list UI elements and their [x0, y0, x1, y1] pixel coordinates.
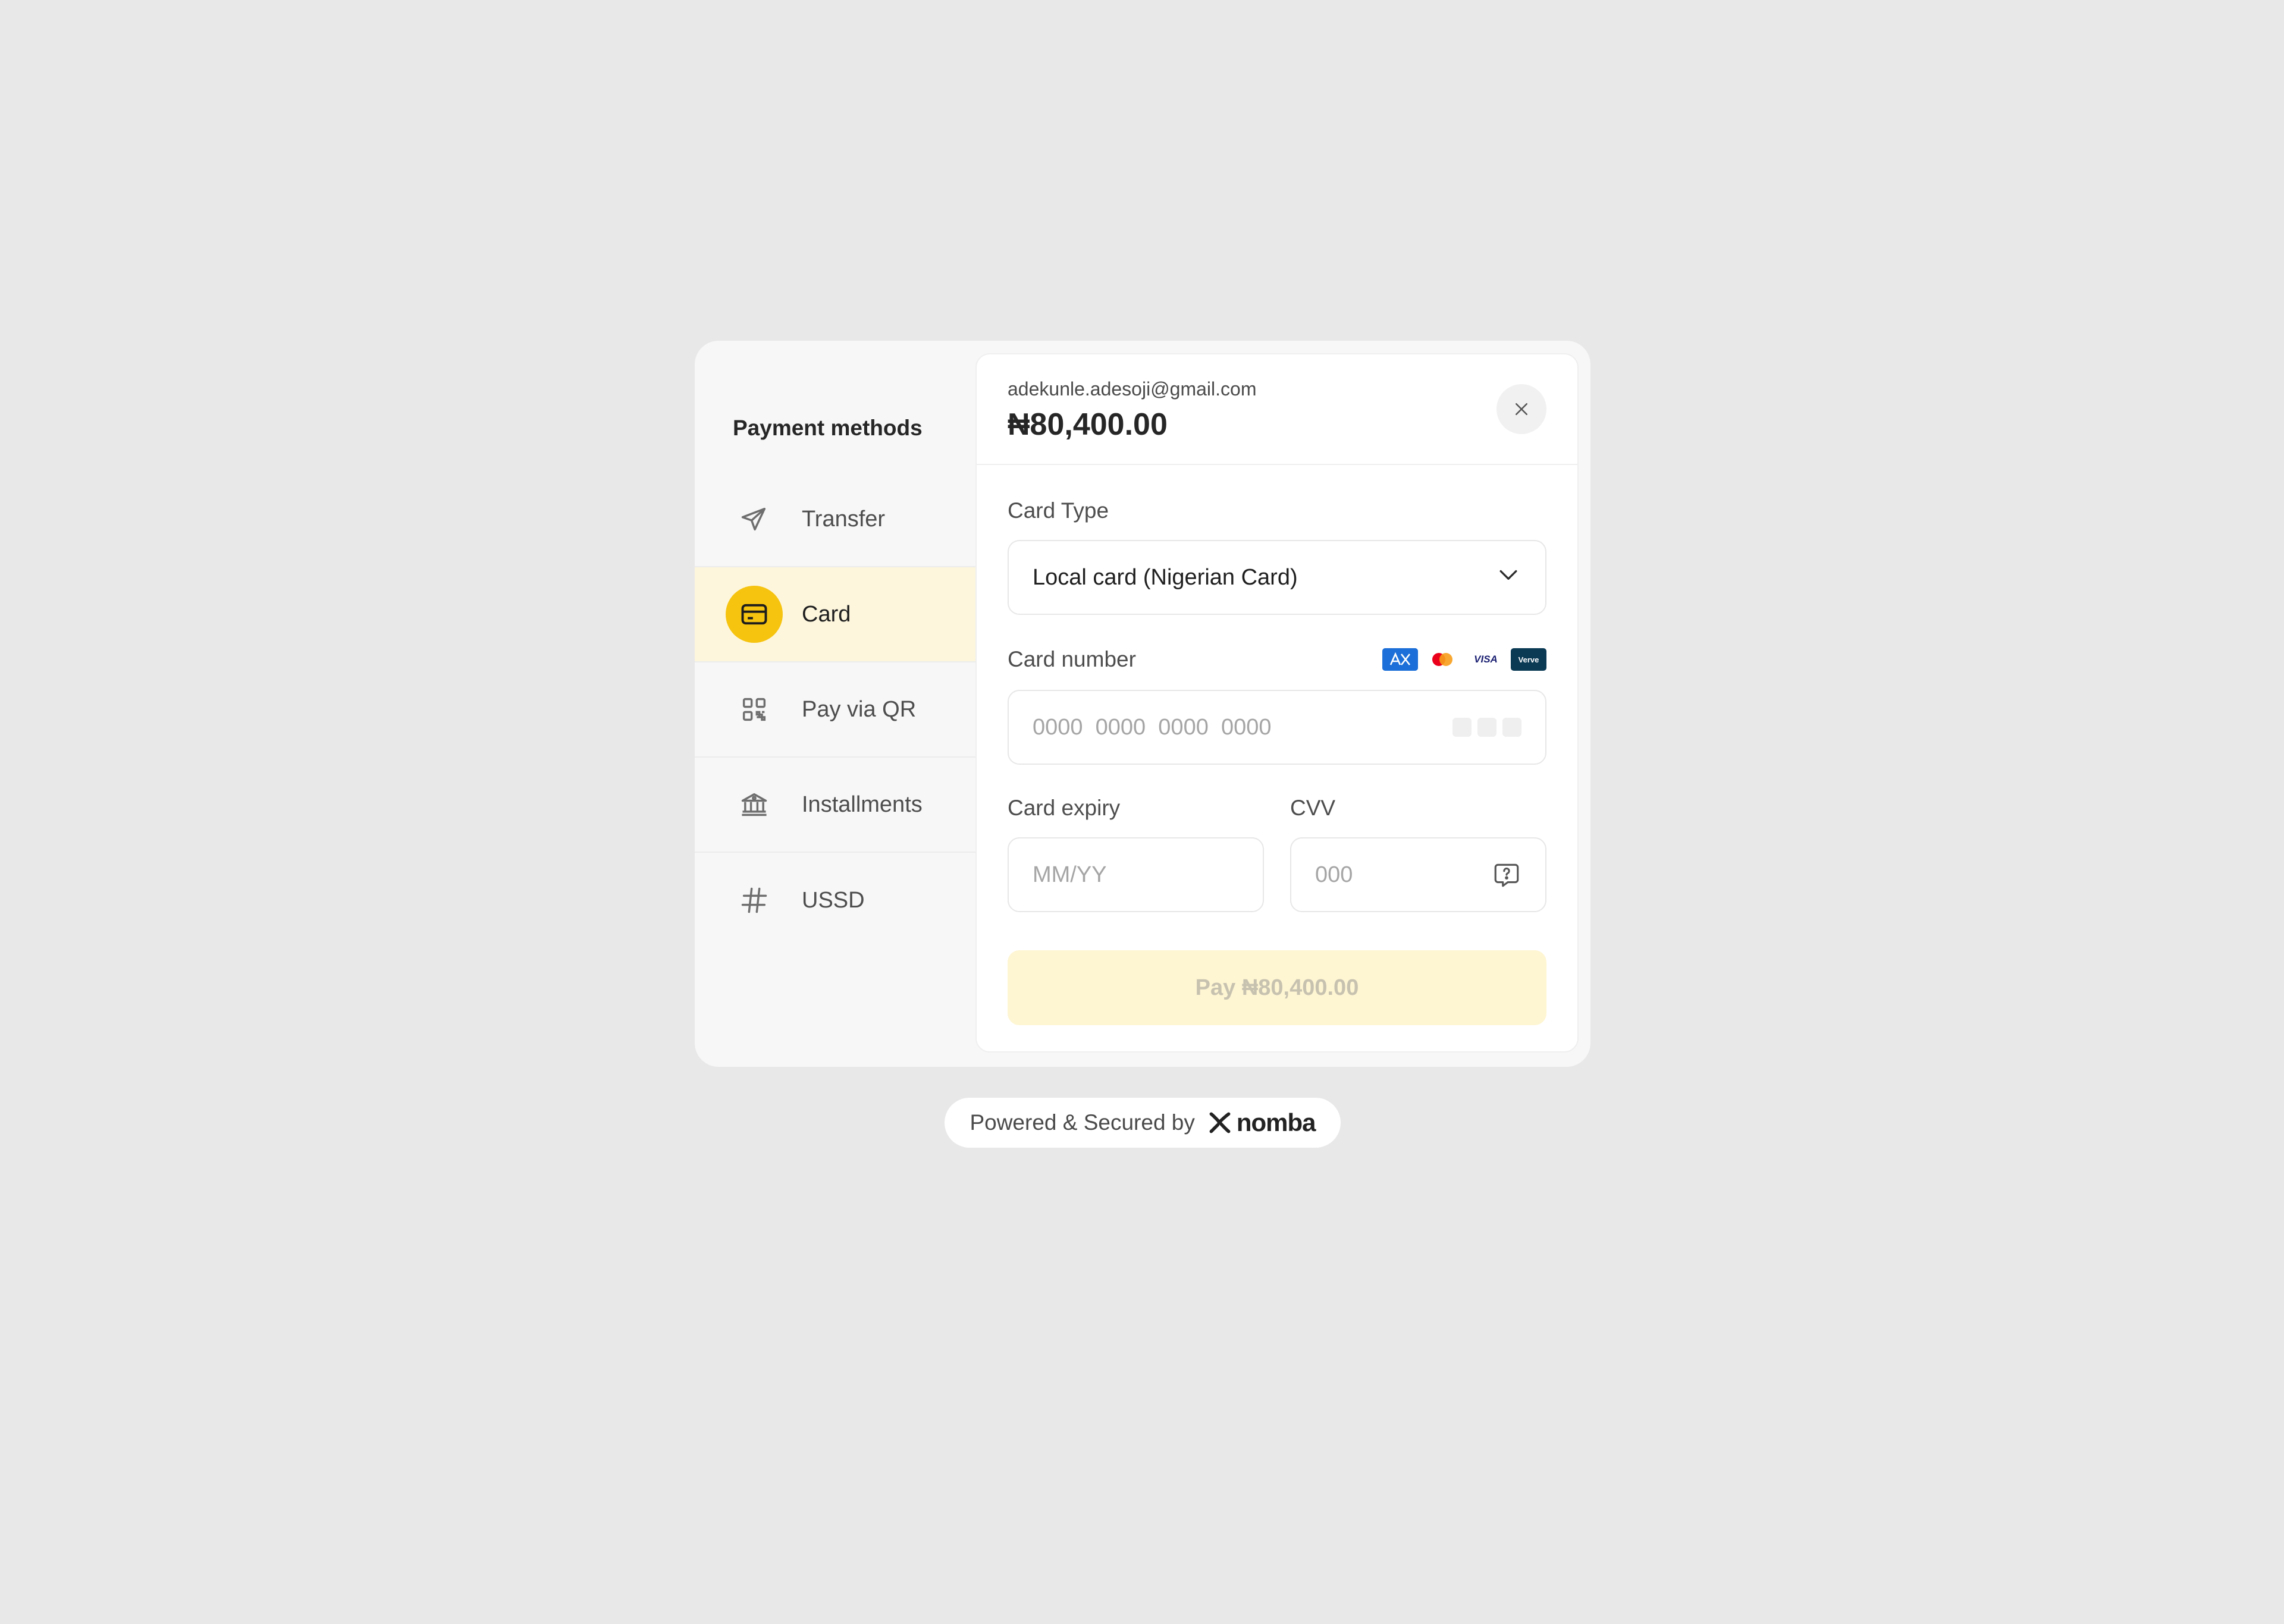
verve-logo: Verve: [1511, 648, 1546, 671]
card-expiry-input[interactable]: [1033, 862, 1239, 888]
card-expiry-group: Card expiry: [1008, 793, 1264, 912]
cvv-help-icon[interactable]: [1492, 860, 1521, 890]
sidebar-title: Payment methods: [733, 416, 923, 440]
card-number-label: Card number: [1008, 647, 1136, 671]
sidebar-item-label: Installments: [802, 791, 923, 817]
hash-icon: [726, 872, 783, 929]
card-type-label: Card Type: [1008, 498, 1109, 523]
expiry-cvv-row: Card expiry CVV: [1008, 793, 1546, 912]
nomba-logo: nomba: [1207, 1108, 1316, 1137]
sidebar-item-card[interactable]: Card: [695, 567, 976, 662]
payment-header: adekunle.adesoji@gmail.com ₦80,400.00: [977, 354, 1577, 465]
powered-by-text: Powered & Secured by: [970, 1110, 1195, 1135]
payment-amount: ₦80,400.00: [1008, 407, 1168, 442]
sidebar-item-label: Transfer: [802, 506, 886, 532]
sidebar-item-installments[interactable]: Installments: [695, 758, 976, 853]
amex-logo: [1382, 648, 1418, 671]
card-type-select[interactable]: Local card (Nigerian Card): [1008, 540, 1546, 615]
close-icon: [1516, 403, 1527, 415]
mastercard-logo: [1425, 648, 1461, 671]
card-form: Card Type Local card (Nigerian Card) Car…: [977, 465, 1577, 1025]
cvv-group: CVV: [1290, 793, 1546, 912]
card-brand-logos: VISA Verve: [1382, 648, 1546, 671]
pay-button[interactable]: Pay ₦80,400.00: [1008, 950, 1546, 1025]
payment-modal: Payment methods Transfer Card Pay via QR…: [695, 341, 1590, 1067]
bank-icon: [726, 776, 783, 833]
chevron-down-icon: [1495, 561, 1521, 593]
nomba-wordmark: nomba: [1236, 1108, 1316, 1136]
card-expiry-field[interactable]: [1008, 837, 1264, 912]
sidebar-item-transfer[interactable]: Transfer: [695, 472, 976, 567]
nomba-mark-icon: [1209, 1112, 1231, 1133]
card-number-field[interactable]: [1008, 690, 1546, 765]
credit-card-icon: [726, 586, 783, 643]
cvv-label: CVV: [1290, 796, 1336, 820]
card-brand-placeholder: [1452, 718, 1521, 737]
visa-logo: VISA: [1474, 654, 1498, 665]
card-number-input[interactable]: [1033, 714, 1521, 740]
send-icon: [726, 491, 783, 548]
powered-by-badge: Powered & Secured by nomba: [945, 1098, 1341, 1148]
sidebar-item-label: Pay via QR: [802, 696, 917, 722]
customer-email: adekunle.adesoji@gmail.com: [1008, 378, 1257, 400]
sidebar-item-pay-via-qr[interactable]: Pay via QR: [695, 662, 976, 758]
qr-code-icon: [726, 681, 783, 738]
card-number-label-row: Card number VISA Verve: [1008, 645, 1546, 674]
card-expiry-label: Card expiry: [1008, 796, 1121, 820]
cvv-field[interactable]: [1290, 837, 1546, 912]
close-button[interactable]: [1496, 384, 1546, 434]
sidebar-item-label: Card: [802, 601, 851, 627]
cvv-input[interactable]: [1315, 862, 1521, 888]
sidebar-item-label: USSD: [802, 887, 865, 913]
card-type-value: Local card (Nigerian Card): [1033, 564, 1298, 590]
card-payment-panel: adekunle.adesoji@gmail.com ₦80,400.00 Ca…: [975, 353, 1579, 1053]
sidebar-item-ussd[interactable]: USSD: [695, 853, 976, 948]
payment-methods-sidebar: Payment methods Transfer Card Pay via QR…: [695, 341, 976, 1067]
